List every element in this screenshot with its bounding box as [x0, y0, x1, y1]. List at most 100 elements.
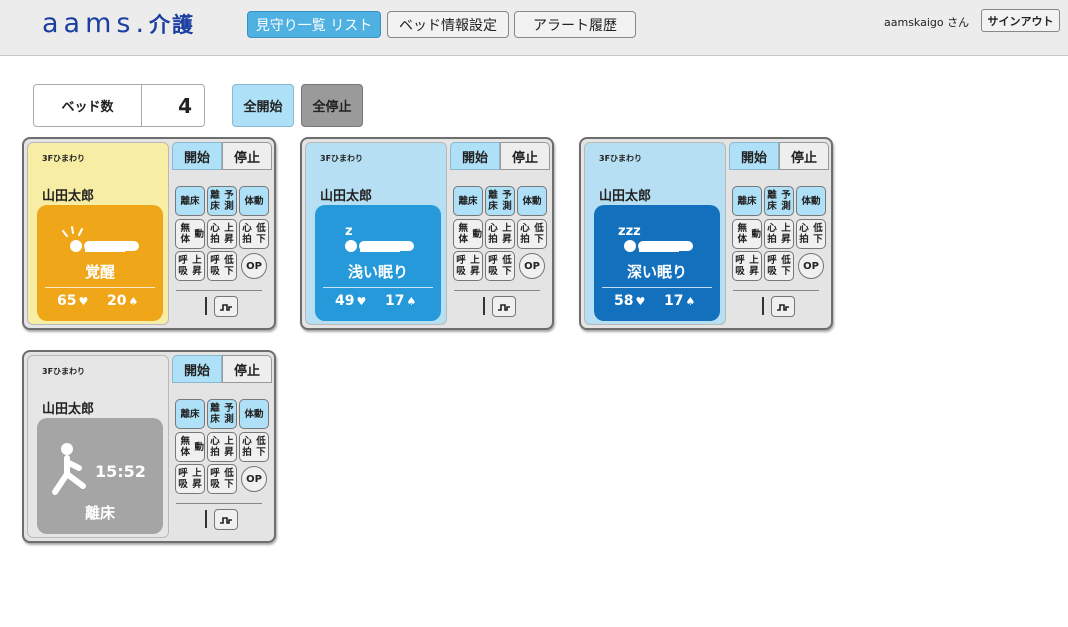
alert-breath-drop[interactable]: 呼吸 低下: [485, 251, 515, 281]
bed-info-panel: 3Fひまわり 山田太郎 zzz 深い眠り 58 ♥ 17 ♠: [584, 142, 726, 325]
alert-breath-rise[interactable]: 呼吸 上昇: [453, 251, 483, 281]
bed-location: 3Fひまわり: [42, 367, 86, 376]
alert-label-line: 低下: [224, 255, 234, 277]
alert-label-line: 無体: [737, 223, 747, 245]
alert-label-line: 低下: [224, 468, 234, 490]
alert-breath-drop[interactable]: 呼吸 低下: [207, 464, 237, 494]
alert-breath-drop[interactable]: 呼吸 低下: [207, 251, 237, 281]
alert-exit-prediction[interactable]: 離床 予測: [485, 186, 515, 216]
alert-heart-rise[interactable]: 心拍 上昇: [207, 219, 237, 249]
bed-card: 3Fひまわり 山田太郎 覚醒 65 ♥ 20 ♠ 開始 停止 離床 離床 予測 体動 …: [22, 137, 276, 330]
alert-out-of-bed[interactable]: 離床: [175, 186, 205, 216]
heart-icon: ♥: [356, 295, 367, 308]
alert-label-line: 心拍: [210, 436, 220, 458]
alert-label-line: 離床: [210, 403, 220, 425]
waveform-button[interactable]: [214, 509, 238, 530]
bed-card: 3Fひまわり 山田太郎 zzz 深い眠り 58 ♥ 17 ♠ 開始 停止 離床 離床…: [579, 137, 833, 330]
alert-label-line: 上昇: [224, 436, 234, 458]
start-button[interactable]: 開始: [172, 142, 222, 170]
walking-person-icon: [52, 443, 86, 495]
resp-rate-value: 17: [385, 293, 405, 309]
alert-out-of-bed[interactable]: 離床: [453, 186, 483, 216]
alert-exit-prediction[interactable]: 離床 予測: [207, 186, 237, 216]
exit-time: 15:52: [95, 462, 146, 481]
alert-label-line: 上昇: [224, 223, 234, 245]
alert-label-line: 離床: [488, 190, 498, 212]
divider: [602, 287, 712, 288]
alert-no-motion[interactable]: 無体動: [453, 219, 483, 249]
tab-bed-settings[interactable]: ベッド情報設定: [387, 11, 509, 38]
waveform-icon: [220, 516, 232, 524]
alert-label-line: 呼吸: [178, 255, 188, 277]
heart-rate: 65 ♥: [57, 293, 88, 309]
start-button[interactable]: 開始: [450, 142, 500, 170]
alert-heart-drop[interactable]: 心拍 低下: [517, 219, 547, 249]
alert-exit-prediction[interactable]: 離床 予測: [207, 399, 237, 429]
status-panel: 15:52 離床: [37, 418, 163, 534]
op-button[interactable]: OP: [241, 253, 267, 279]
alert-heart-rise[interactable]: 心拍 上昇: [485, 219, 515, 249]
alert-breath-rise[interactable]: 呼吸 上昇: [175, 464, 205, 494]
tab-watch-list[interactable]: 見守り一覧 リスト: [247, 11, 381, 38]
alert-label-line: 呼吸: [456, 255, 466, 277]
op-button[interactable]: OP: [798, 253, 824, 279]
op-button[interactable]: OP: [519, 253, 545, 279]
alert-body-motion[interactable]: 体動: [517, 186, 547, 216]
waveform-button[interactable]: [492, 296, 516, 317]
alert-label-line: 無体: [180, 436, 190, 458]
heart-rate: 58 ♥: [614, 293, 645, 309]
alert-breath-drop[interactable]: 呼吸 低下: [764, 251, 794, 281]
alert-heart-drop[interactable]: 心拍 低下: [239, 219, 269, 249]
user-name: aamskaigo さん: [884, 16, 970, 29]
alert-exit-prediction[interactable]: 離床 予測: [764, 186, 794, 216]
alert-breath-rise[interactable]: 呼吸 上昇: [175, 251, 205, 281]
alert-breath-rise[interactable]: 呼吸 上昇: [732, 251, 762, 281]
patient-name: 山田太郎: [42, 189, 95, 204]
alert-out-of-bed[interactable]: 離床: [175, 399, 205, 429]
stop-button[interactable]: 停止: [500, 142, 550, 170]
alert-heart-drop[interactable]: 心拍 低下: [796, 219, 826, 249]
alert-body-motion[interactable]: 体動: [239, 186, 269, 216]
tab-alert-history[interactable]: アラート履歴: [514, 11, 636, 38]
alert-label-line: 呼吸: [735, 255, 745, 277]
alert-body-motion[interactable]: 体動: [239, 399, 269, 429]
alert-heart-rise[interactable]: 心拍 上昇: [207, 432, 237, 462]
logo-kanji: 介護: [149, 13, 196, 37]
signout-button[interactable]: サインアウト: [981, 9, 1060, 32]
start-all-button[interactable]: 全開始: [232, 84, 294, 127]
waveform-button[interactable]: [214, 296, 238, 317]
divider-bar: [483, 297, 485, 315]
op-button[interactable]: OP: [241, 466, 267, 492]
alert-label-line: 呼吸: [488, 255, 498, 277]
alert-heart-drop[interactable]: 心拍 低下: [239, 432, 269, 462]
waveform-button[interactable]: [771, 296, 795, 317]
start-button[interactable]: 開始: [172, 355, 222, 383]
alert-no-motion[interactable]: 無体動: [732, 219, 762, 249]
divider: [45, 287, 155, 288]
alert-label-line: 上昇: [470, 255, 480, 277]
start-button[interactable]: 開始: [729, 142, 779, 170]
alert-no-motion[interactable]: 無体動: [175, 432, 205, 462]
alert-label-line: 上昇: [192, 468, 202, 490]
alert-label-line: 呼吸: [210, 468, 220, 490]
alert-heart-rise[interactable]: 心拍 上昇: [764, 219, 794, 249]
alert-out-of-bed[interactable]: 離床: [732, 186, 762, 216]
alert-label-line: 低下: [813, 223, 823, 245]
alert-label-line: 低下: [781, 255, 791, 277]
divider: [176, 290, 262, 291]
stop-button[interactable]: 停止: [222, 142, 272, 170]
waveform-icon: [220, 303, 232, 311]
svg-text:z: z: [345, 224, 353, 239]
app-logo: aams.介護: [42, 8, 195, 39]
alert-label-line: 予測: [781, 190, 791, 212]
alert-no-motion[interactable]: 無体動: [175, 219, 205, 249]
stop-button[interactable]: 停止: [779, 142, 829, 170]
stop-all-button[interactable]: 全停止: [301, 84, 363, 127]
alert-label-line: 動: [194, 228, 204, 240]
stop-button[interactable]: 停止: [222, 355, 272, 383]
alert-body-motion[interactable]: 体動: [796, 186, 826, 216]
heart-rate-value: 49: [335, 293, 355, 309]
alert-label-line: 無体: [180, 223, 190, 245]
patient-name: 山田太郎: [599, 189, 652, 204]
bed-card: 3Fひまわり 山田太郎 15:52 離床 開始 停止 離床 離床 予測 体動 無体…: [22, 350, 276, 543]
